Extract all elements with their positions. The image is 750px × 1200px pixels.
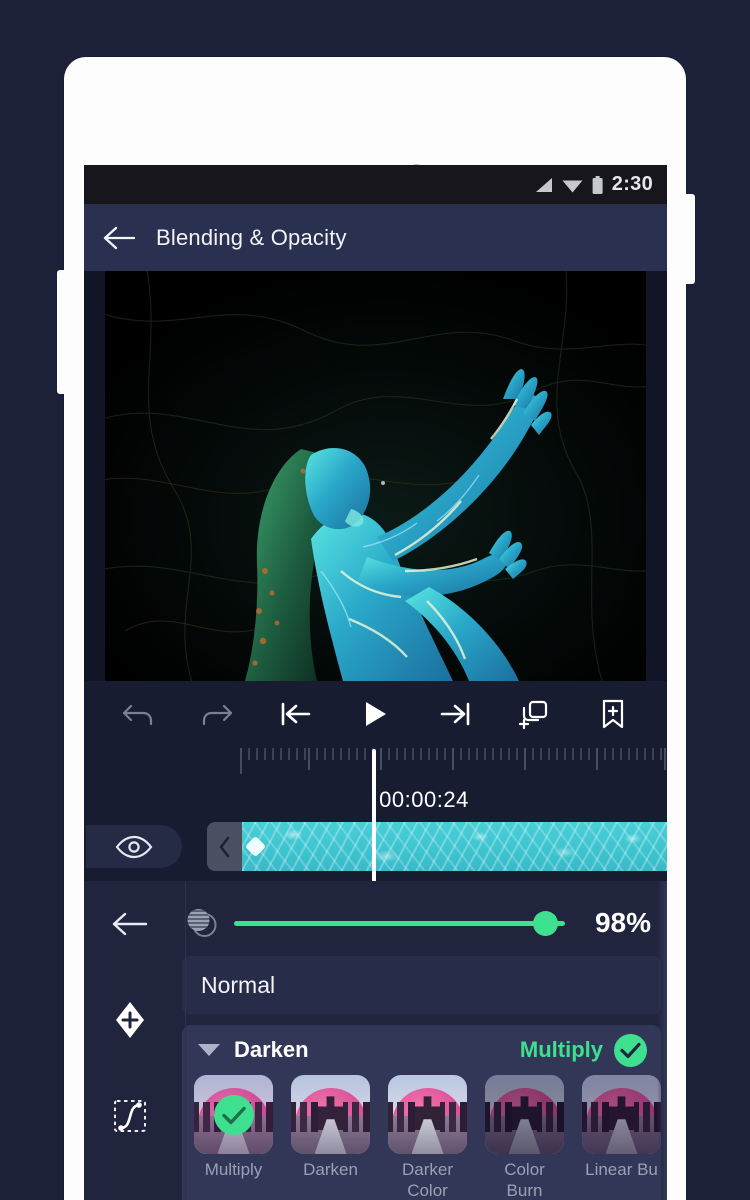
add-marker-button[interactable] xyxy=(590,691,636,737)
check-circle-icon xyxy=(614,1033,647,1067)
blend-group-label: Darken xyxy=(234,1037,309,1062)
playhead[interactable] xyxy=(372,749,376,886)
chevron-left-icon xyxy=(219,836,229,857)
skip-end-icon xyxy=(440,702,470,725)
thumb-blend-overlay xyxy=(485,1075,564,1154)
blend-mode-label: Color Burn xyxy=(504,1160,545,1200)
blend-mode-item[interactable]: Multiply xyxy=(194,1075,273,1200)
blend-mode-label: Linear Bu xyxy=(585,1160,658,1179)
undo-icon xyxy=(122,704,152,725)
easing-curve-icon xyxy=(114,1100,146,1132)
blend-mode-item[interactable]: Color Burn xyxy=(485,1075,564,1200)
blend-mode-thumbnail[interactable] xyxy=(194,1075,273,1154)
thumb-blend-overlay xyxy=(291,1075,370,1154)
status-bar: 2:30 xyxy=(84,165,667,204)
blend-selected-label: Multiply xyxy=(519,1037,603,1062)
blend-mode-label: Darker Color xyxy=(401,1160,453,1200)
device-screen: 2:30 Blending & Opacity 00:00:24 98% Nor… xyxy=(84,165,667,1200)
blend-mode-item[interactable]: Darken xyxy=(291,1075,370,1200)
video-preview[interactable] xyxy=(84,271,667,681)
dancer-artwork xyxy=(105,271,646,681)
opacity-slider-track xyxy=(234,920,565,926)
skip-start-icon xyxy=(281,702,311,725)
list-fade-right xyxy=(657,881,667,1200)
check-mark-icon xyxy=(222,1106,246,1124)
timeline[interactable]: 00:00:24 xyxy=(84,746,667,886)
opacity-slider[interactable] xyxy=(234,908,565,938)
blend-mode-thumbnail[interactable] xyxy=(388,1075,467,1154)
blend-mode-picker: Darken Multiply Multiply Darken Darker Col… xyxy=(182,881,667,1200)
skip-to-end-button[interactable] xyxy=(432,691,478,737)
left-rail xyxy=(84,881,176,1200)
play-button[interactable] xyxy=(352,691,398,737)
keyframe-diamond-icon[interactable] xyxy=(244,835,267,858)
timeline-ruler[interactable] xyxy=(239,746,667,782)
preview-frame-image xyxy=(105,271,646,681)
rail-divider xyxy=(185,881,186,1200)
caret-down-icon[interactable] xyxy=(198,1044,220,1056)
power-button[interactable] xyxy=(686,194,695,284)
check-mark-icon xyxy=(620,1042,641,1058)
blend-mode-thumbnail[interactable] xyxy=(485,1075,564,1154)
opacity-slider-knob[interactable] xyxy=(533,910,559,936)
play-icon xyxy=(366,701,387,726)
blend-mode-label: Multiply xyxy=(204,1160,263,1179)
blend-mode-label: Darken xyxy=(303,1160,358,1179)
page-title: Blending & Opacity xyxy=(156,224,347,250)
blend-mode-item[interactable]: Linear Bu xyxy=(582,1075,661,1200)
volume-button[interactable] xyxy=(57,270,65,394)
duplicate-icon xyxy=(518,700,548,729)
blend-mode-value: Normal xyxy=(201,971,276,998)
thumb-blend-overlay xyxy=(582,1075,661,1154)
bookmark-plus-icon xyxy=(603,699,624,728)
thumb-blend-overlay xyxy=(388,1075,467,1154)
opacity-icon xyxy=(182,903,222,943)
arrow-left-icon xyxy=(112,912,148,936)
app-bar: Blending & Opacity xyxy=(84,204,667,271)
rail-add-keyframe-button[interactable] xyxy=(104,994,156,1046)
blend-mode-list[interactable]: Multiply Darken Darker Color Color Burn Line… xyxy=(182,1075,661,1200)
layer-visibility-button[interactable] xyxy=(86,825,182,868)
blend-group-header[interactable]: Darken Multiply xyxy=(182,1025,661,1075)
ruler-ticks-icon xyxy=(240,748,666,774)
back-arrow-icon[interactable] xyxy=(103,225,137,251)
opacity-row: 98% xyxy=(176,893,667,953)
opacity-glyph-icon xyxy=(187,909,217,937)
redo-icon xyxy=(202,704,233,725)
undo-button[interactable] xyxy=(115,691,161,737)
rail-easing-button[interactable] xyxy=(104,1090,156,1142)
preview-letterbox-right xyxy=(646,271,667,681)
blend-mode-thumbnail[interactable] xyxy=(291,1075,370,1154)
blend-mode-item[interactable]: Darker Color xyxy=(388,1075,467,1200)
preview-letterbox-left xyxy=(84,271,105,681)
rail-back-button[interactable] xyxy=(104,898,156,950)
battery-icon xyxy=(592,175,603,194)
transport-toolbar xyxy=(84,681,667,746)
keyframe-plus-icon xyxy=(116,1002,144,1038)
clip-trim-handle-left[interactable] xyxy=(207,822,242,871)
current-timecode: 00:00:24 xyxy=(379,787,469,812)
skip-to-start-button[interactable] xyxy=(273,691,319,737)
signal-icon xyxy=(535,177,552,192)
bottom-panel: 98% Normal Darken Multiply Multiply Dark… xyxy=(84,881,667,1200)
wifi-icon xyxy=(562,180,583,192)
opacity-value: 98% xyxy=(594,907,651,938)
status-bar-time: 2:30 xyxy=(611,173,653,195)
blend-mode-field[interactable]: Normal xyxy=(182,956,661,1014)
settings-panel: 98% Normal Darken Multiply Multiply Dark… xyxy=(176,881,667,1200)
timeline-clip[interactable] xyxy=(242,822,667,871)
redo-button[interactable] xyxy=(194,691,240,737)
screenshot-root: 2:30 Blending & Opacity 00:00:24 98% Nor… xyxy=(0,0,750,1200)
duplicate-layer-button[interactable] xyxy=(511,691,557,737)
eye-icon xyxy=(115,835,153,858)
blend-mode-thumbnail[interactable] xyxy=(582,1075,661,1154)
selected-check-icon xyxy=(214,1095,254,1135)
